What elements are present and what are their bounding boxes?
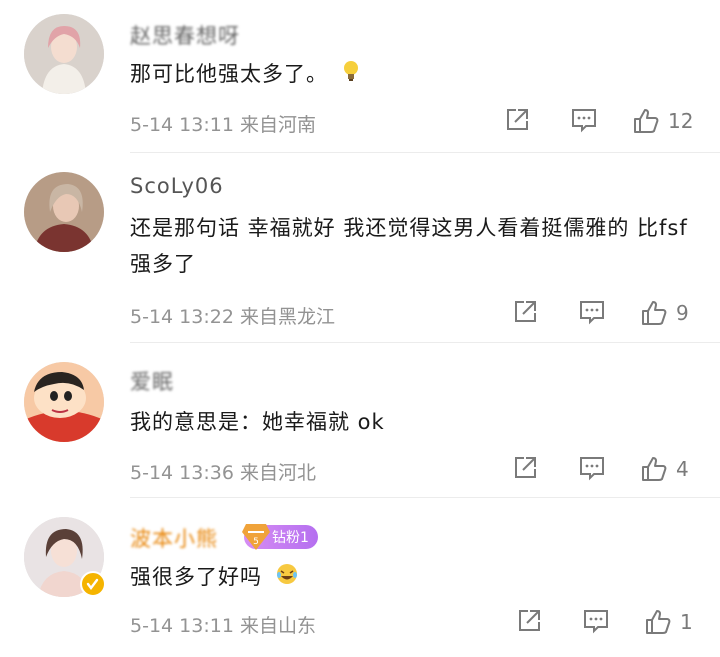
comment-text: 还是那句话 幸福就好 我还觉得这男人看着挺儒雅的 比fsf强多了 [130,216,688,276]
like-button[interactable]: 1 [644,608,693,636]
share-button[interactable] [512,455,538,481]
share-icon [515,457,536,478]
verified-badge-icon [80,571,106,597]
comment-text: 强很多了好吗 [130,559,690,596]
comment-actions: 12 [0,107,720,137]
avatar[interactable] [24,14,104,94]
comment-actions: 9 [0,299,720,329]
comment-button[interactable] [578,299,606,325]
share-icon [519,610,540,631]
comment-button[interactable] [582,608,610,634]
comment-feed: 赵思春想呀 那可比他强太多了。 5-14 13:11 来自河南 12 ScoLy… [0,0,720,657]
comment-actions: 1 [0,608,720,638]
comment-icon [580,457,604,481]
avatar[interactable] [24,362,104,442]
like-button[interactable]: 9 [640,299,689,327]
share-button[interactable] [516,608,542,634]
lightbulb-icon [342,57,360,93]
username[interactable]: 赵思春想呀 [130,20,240,50]
share-icon [507,109,528,130]
laughing-emoji-icon [276,560,298,596]
thumbs-up-icon [634,109,659,133]
comment-icon [572,109,596,133]
comment-button[interactable] [578,455,606,481]
fan-badge-label: 钻粉1 [272,530,309,546]
comment-text: 那可比他强太多了。 [130,56,690,93]
fan-badge[interactable]: 5 钻粉1 [242,524,318,550]
comment-text-content: 那可比他强太多了。 [130,62,328,86]
like-button[interactable]: 4 [640,455,689,483]
comment-item: 波本小熊 5 钻粉1 强很多了好吗 5-14 13:11 来自山东 1 [0,497,720,657]
like-count: 1 [680,610,693,634]
like-count: 4 [676,457,689,481]
avatar[interactable] [24,172,104,252]
svg-text:5: 5 [253,537,259,547]
thumbs-up-icon [642,457,667,481]
thumbs-up-icon [642,301,667,325]
comment-item: 爱眠 我的意思是：她幸福就 ok 5-14 13:36 来自河北 4 [0,342,720,497]
comment-icon [584,610,608,634]
thumbs-up-icon [646,610,671,634]
comment-button[interactable] [570,107,598,133]
like-count: 12 [668,109,694,133]
username[interactable]: 爱眠 [130,366,174,396]
username[interactable]: 波本小熊 [130,523,218,553]
comment-actions: 4 [0,455,720,485]
share-button[interactable] [504,107,530,133]
like-count: 9 [676,301,689,325]
comment-icon [580,301,604,325]
comment-text-content: 强很多了好吗 [130,565,262,589]
comment-item: 赵思春想呀 那可比他强太多了。 5-14 13:11 来自河南 12 [0,0,720,152]
like-button[interactable]: 12 [632,107,693,135]
diamond-fan-icon: 5 [242,520,270,556]
share-icon [515,301,536,322]
comment-item: ScoLy06 还是那句话 幸福就好 我还觉得这男人看着挺儒雅的 比fsf强多了… [0,152,720,342]
username[interactable]: ScoLy06 [130,174,224,198]
share-button[interactable] [512,299,538,325]
comment-text: 我的意思是：她幸福就 ok [130,410,385,434]
